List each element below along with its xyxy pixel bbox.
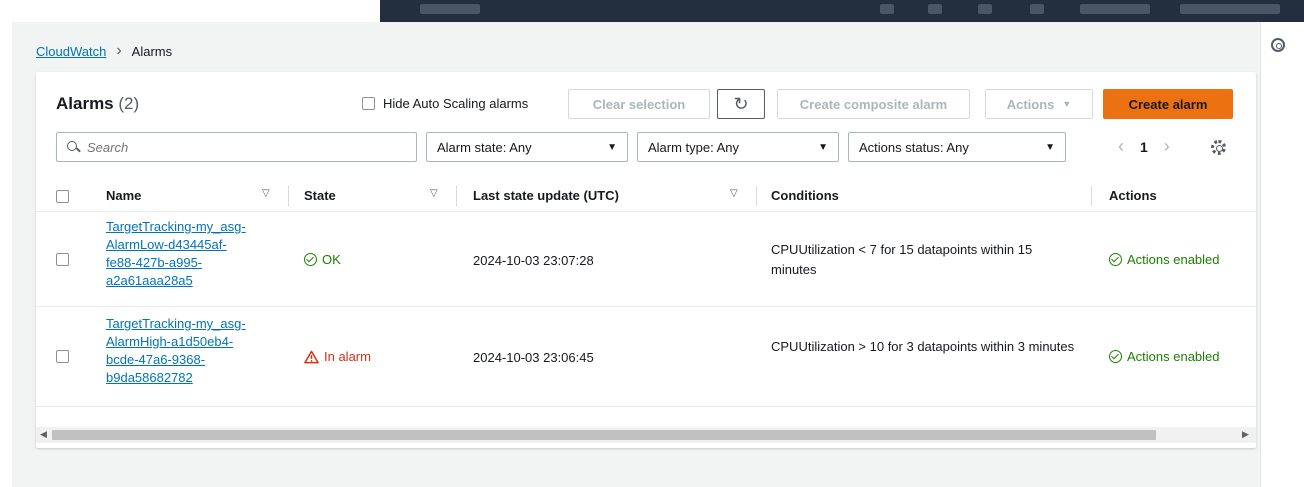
- column-header-conditions[interactable]: Conditions: [771, 188, 839, 203]
- alarm-type-value: Alarm type: Any: [648, 139, 740, 155]
- alarm-state-value: Alarm state: Any: [437, 139, 532, 155]
- side-nav-collapsed: [0, 22, 12, 487]
- column-header-actions[interactable]: Actions: [1109, 188, 1157, 203]
- column-header-state[interactable]: State: [304, 188, 336, 203]
- breadcrumb-current: Alarms: [131, 43, 173, 59]
- scrollbar-thumb[interactable]: [52, 430, 1156, 440]
- actions-status-text: Actions enabled: [1127, 349, 1220, 364]
- settings-icon[interactable]: [1030, 4, 1044, 14]
- create-composite-alarm-button[interactable]: Create composite alarm: [777, 89, 970, 119]
- clear-selection-button[interactable]: Clear selection: [568, 89, 710, 119]
- alarm-name-line: fe88-427b-a995-: [106, 255, 203, 270]
- tools-panel: [1260, 22, 1304, 487]
- refresh-button[interactable]: ↻: [717, 89, 765, 119]
- scroll-left-icon[interactable]: ◀: [40, 429, 47, 440]
- actions-label: Actions: [1006, 96, 1055, 112]
- refresh-icon: ↻: [733, 93, 749, 114]
- search-icon: [67, 141, 79, 153]
- search-input[interactable]: [87, 139, 387, 155]
- check-circle-icon: [304, 253, 317, 266]
- current-page[interactable]: 1: [1140, 139, 1148, 155]
- next-page-button[interactable]: ›: [1164, 136, 1170, 157]
- last-update-value: 2024-10-03 23:06:45: [473, 350, 594, 365]
- column-divider[interactable]: [456, 186, 457, 206]
- actions-status: Actions enabled: [1109, 349, 1220, 364]
- alarm-name-link[interactable]: TargetTracking-my_asg- AlarmHigh-a1d50eb…: [106, 315, 276, 387]
- create-alarm-button[interactable]: Create alarm: [1103, 89, 1233, 119]
- info-panel-icon[interactable]: [1271, 38, 1285, 52]
- gear-icon[interactable]: [1211, 140, 1226, 155]
- scroll-right-icon[interactable]: ▶: [1242, 429, 1249, 440]
- actions-dropdown-button[interactable]: Actions ▼: [985, 89, 1093, 119]
- column-divider[interactable]: [1091, 186, 1092, 206]
- caret-down-icon: ▼: [1045, 141, 1055, 153]
- region-selector[interactable]: [1080, 4, 1150, 14]
- alarms-table-container: Alarms (2) Hide Auto Scaling alarms Clea…: [36, 72, 1256, 448]
- breadcrumb-cloudwatch[interactable]: CloudWatch: [36, 44, 106, 59]
- search-box[interactable]: [56, 132, 417, 162]
- sort-icon[interactable]: ▽: [262, 188, 270, 199]
- pagination: ‹ 1 ›: [1118, 136, 1170, 157]
- prev-page-button[interactable]: ‹: [1118, 136, 1124, 157]
- column-divider[interactable]: [288, 186, 289, 206]
- alarm-name-line: AlarmHigh-a1d50eb4-: [106, 334, 234, 349]
- row-checkbox[interactable]: [56, 253, 69, 266]
- hide-autoscaling-toggle[interactable]: Hide Auto Scaling alarms: [362, 96, 528, 111]
- sort-icon[interactable]: ▽: [430, 188, 438, 199]
- caret-down-icon: ▼: [1062, 99, 1072, 109]
- actions-status-value: Actions status: Any: [859, 139, 969, 155]
- column-divider[interactable]: [756, 186, 757, 206]
- column-header-name[interactable]: Name: [106, 188, 141, 203]
- horizontal-scrollbar[interactable]: ◀ ▶: [36, 427, 1256, 443]
- hide-autoscaling-checkbox[interactable]: [362, 97, 375, 110]
- actions-status-filter[interactable]: Actions status: Any ▼: [848, 132, 1066, 162]
- check-circle-icon: [1109, 253, 1122, 266]
- bell-icon[interactable]: [928, 4, 942, 14]
- alarm-name-line: a2a61aaa28a5: [106, 273, 193, 288]
- caret-down-icon: ▼: [607, 141, 617, 153]
- alarm-name-line: bcde-47a6-9368-: [106, 352, 206, 367]
- cloudshell-icon[interactable]: [880, 4, 894, 14]
- main-page: CloudWatch › Alarms Alarms (2) Hide Auto…: [0, 22, 1304, 487]
- breadcrumb: CloudWatch › Alarms: [36, 42, 172, 60]
- select-all-checkbox[interactable]: [56, 190, 69, 203]
- table-header: Name ▽ State ▽ Last state update (UTC) ▽…: [36, 180, 1256, 212]
- conditions-value: CPUUtilization > 10 for 3 datapoints wit…: [771, 339, 1075, 354]
- chevron-right-icon: ›: [116, 42, 122, 59]
- actions-status: Actions enabled: [1109, 252, 1220, 267]
- sort-icon[interactable]: ▽: [730, 188, 738, 199]
- alarm-state-filter[interactable]: Alarm state: Any ▼: [426, 132, 628, 162]
- warning-icon: [304, 350, 319, 363]
- status-badge: OK: [304, 252, 341, 267]
- conditions-value: CPUUtilization < 7 for 15 datapoints wit…: [771, 242, 1033, 277]
- alarm-name-link[interactable]: TargetTracking-my_asg- AlarmLow-d43445af…: [106, 218, 276, 290]
- alarm-type-filter[interactable]: Alarm type: Any ▼: [637, 132, 839, 162]
- table-row: TargetTracking-my_asg- AlarmHigh-a1d50eb…: [36, 307, 1256, 407]
- row-checkbox[interactable]: [56, 350, 69, 363]
- navbar-item[interactable]: [420, 4, 480, 14]
- alarm-name-line: TargetTracking-my_asg-: [106, 219, 246, 234]
- state-text: In alarm: [324, 349, 371, 364]
- alarm-count: (2): [118, 94, 140, 113]
- state-text: OK: [322, 252, 341, 267]
- table-row: TargetTracking-my_asg- AlarmLow-d43445af…: [36, 212, 1256, 307]
- status-badge: In alarm: [304, 349, 371, 364]
- alarm-name-line: b9da58682782: [106, 370, 193, 385]
- last-update-value: 2024-10-03 23:07:28: [473, 253, 594, 268]
- column-header-last-update[interactable]: Last state update (UTC): [473, 188, 619, 203]
- alarm-name-line: AlarmLow-d43445af-: [106, 237, 227, 252]
- caret-down-icon: ▼: [818, 141, 828, 153]
- top-cropped-area: [0, 0, 1304, 22]
- actions-status-text: Actions enabled: [1127, 252, 1220, 267]
- account-menu[interactable]: [1180, 4, 1280, 14]
- check-circle-icon: [1109, 350, 1122, 363]
- console-navbar: [380, 0, 1304, 22]
- help-icon[interactable]: [978, 4, 992, 14]
- alarm-name-line: TargetTracking-my_asg-: [106, 316, 246, 331]
- hide-autoscaling-label: Hide Auto Scaling alarms: [383, 96, 529, 111]
- page-title: Alarms (2): [56, 94, 139, 114]
- title-text: Alarms: [56, 94, 114, 113]
